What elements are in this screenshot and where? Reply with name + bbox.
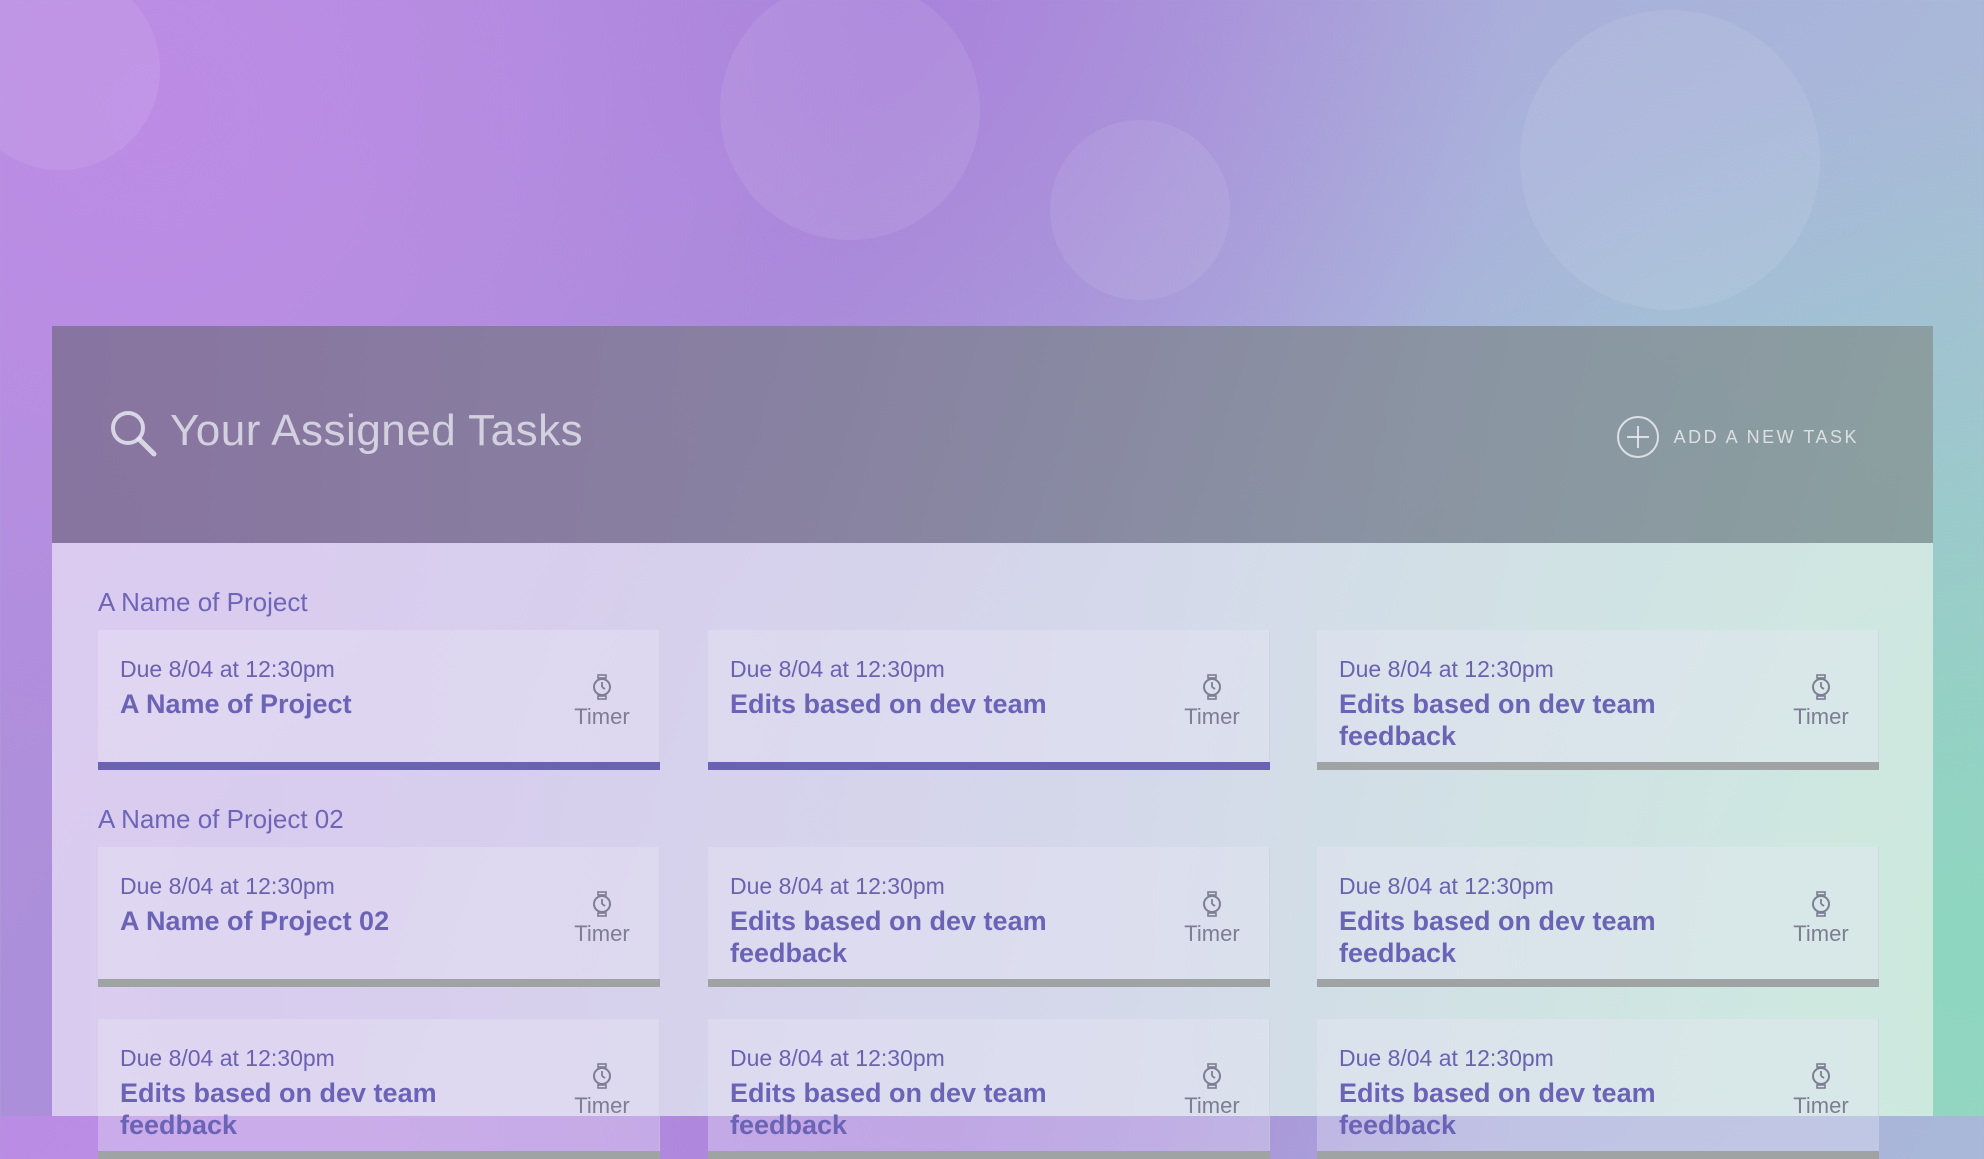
task-name: Edits based on dev team feedback [1339,906,1656,968]
task-due-date: Due 8/04 at 12:30pm [730,873,945,899]
timer-button[interactable]: Timer [567,891,637,947]
background-bokeh [720,0,980,240]
project-title: A Name of Project [98,587,308,617]
timer-label: Timer [1184,921,1240,946]
task-progress-bar [708,762,1270,770]
task-progress-bar [98,762,660,770]
timer-label: Timer [1184,1093,1240,1118]
project-title: A Name of Project 02 [98,804,344,834]
timer-label: Timer [574,1093,630,1118]
task-due-date: Due 8/04 at 12:30pm [120,656,335,682]
tasks-panel: Your Assigned Tasks ADD A NEW TASK A Nam… [52,326,1933,1159]
task-progress-bar [98,1151,660,1159]
task-card[interactable]: Due 8/04 at 12:30pm Edits based on dev te… [1317,630,1879,770]
task-name: Edits based on dev team feedback [1339,689,1656,751]
search-icon[interactable] [108,408,158,458]
task-due-date: Due 8/04 at 12:30pm [730,1045,945,1071]
page-title: Your Assigned Tasks [170,406,584,455]
plus-circle-icon [1616,416,1659,458]
task-card[interactable]: Due 8/04 at 12:30pm Edits based on dev te… [708,630,1270,770]
timer-label: Timer [1793,921,1849,946]
background-bokeh [1520,10,1820,310]
stopwatch-icon [1177,674,1247,700]
task-name: A Name of Project 02 [120,906,390,936]
add-task-button[interactable]: ADD A NEW TASK [1616,414,1859,460]
task-progress-bar [98,979,660,987]
stopwatch-icon [1786,1063,1856,1089]
task-progress-bar [708,1151,1270,1159]
task-name: Edits based on dev team feedback [730,906,1047,968]
tasks-header: Your Assigned Tasks ADD A NEW TASK [52,326,1933,543]
stopwatch-icon [1786,891,1856,917]
task-name: Edits based on dev team feedback [1339,1078,1656,1140]
timer-label: Timer [574,704,630,729]
stopwatch-icon [1177,891,1247,917]
task-card[interactable]: Due 8/04 at 12:30pm Edits based on dev te… [1317,1019,1879,1159]
stopwatch-icon [567,1063,637,1089]
task-progress-bar [1317,979,1879,987]
timer-label: Timer [1184,704,1240,729]
timer-button[interactable]: Timer [1177,891,1247,947]
task-card[interactable]: Due 8/04 at 12:30pm A Name of Project Time… [98,630,660,770]
task-progress-bar [1317,762,1879,770]
timer-label: Timer [1793,1093,1849,1118]
task-card[interactable]: Due 8/04 at 12:30pm Edits based on dev te… [708,1019,1270,1159]
timer-button[interactable]: Timer [1177,1063,1247,1119]
task-name: Edits based on dev team [730,689,1047,719]
stopwatch-icon [1786,674,1856,700]
task-progress-bar [708,979,1270,987]
task-card[interactable]: Due 8/04 at 12:30pm Edits based on dev te… [1317,847,1879,987]
timer-button[interactable]: Timer [1177,674,1247,730]
stopwatch-icon [567,674,637,700]
timer-button[interactable]: Timer [1786,674,1856,730]
task-name: Edits based on dev team feedback [730,1078,1047,1140]
tasks-list: A Name of Project Due 8/04 at 12:30pm A Na… [52,543,1933,1159]
task-due-date: Due 8/04 at 12:30pm [120,1045,335,1071]
timer-button[interactable]: Timer [567,674,637,730]
task-due-date: Due 8/04 at 12:30pm [1339,1045,1554,1071]
task-due-date: Due 8/04 at 12:30pm [120,873,335,899]
task-name: A Name of Project [120,689,352,719]
timer-label: Timer [574,921,630,946]
timer-label: Timer [1793,704,1849,729]
task-due-date: Due 8/04 at 12:30pm [1339,656,1554,682]
task-card[interactable]: Due 8/04 at 12:30pm Edits based on dev te… [98,1019,660,1159]
stopwatch-icon [567,891,637,917]
background-bokeh [0,0,160,170]
timer-button[interactable]: Timer [1786,1063,1856,1119]
background-bokeh [1050,120,1230,300]
task-due-date: Due 8/04 at 12:30pm [730,656,945,682]
timer-button[interactable]: Timer [567,1063,637,1119]
stopwatch-icon [1177,1063,1247,1089]
task-card[interactable]: Due 8/04 at 12:30pm Edits based on dev te… [708,847,1270,987]
add-task-label: ADD A NEW TASK [1673,426,1859,447]
timer-button[interactable]: Timer [1786,891,1856,947]
task-name: Edits based on dev team feedback [120,1078,437,1140]
task-card[interactable]: Due 8/04 at 12:30pm A Name of Project 02 T… [98,847,660,987]
task-progress-bar [1317,1151,1879,1159]
task-due-date: Due 8/04 at 12:30pm [1339,873,1554,899]
